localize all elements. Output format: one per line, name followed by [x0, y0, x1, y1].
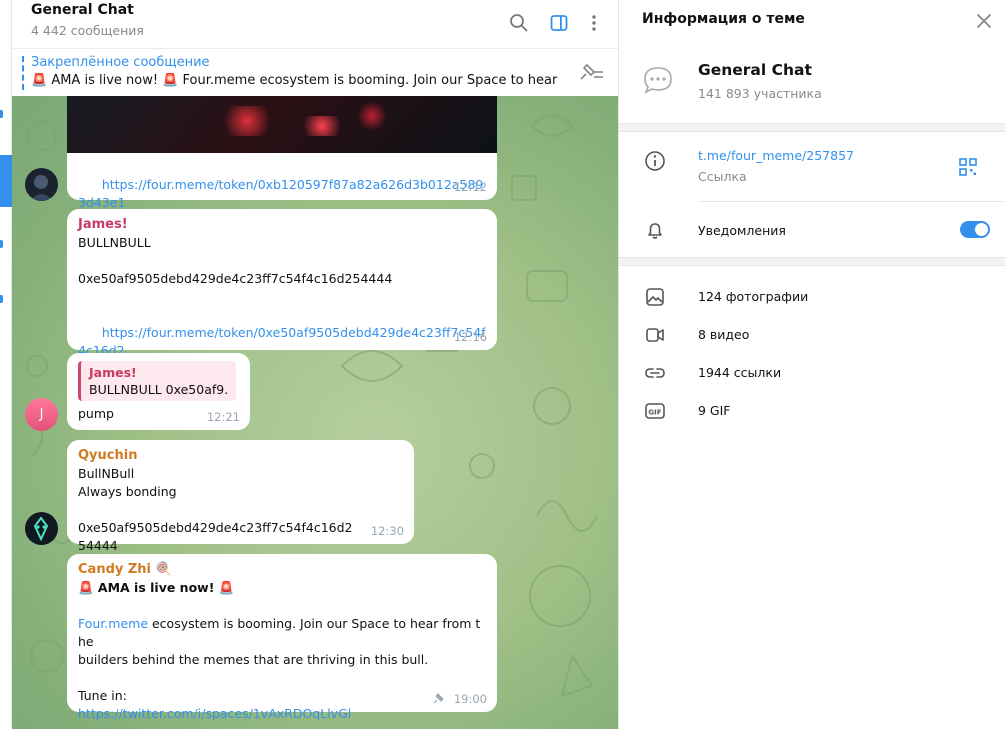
search-icon [510, 14, 528, 32]
media-gifs[interactable]: 9 GIF [698, 403, 731, 418]
message-time: 12:21 [206, 410, 240, 424]
sender-name[interactable]: Candy Zhi 🍭 [78, 562, 487, 577]
toggle-knob [975, 223, 988, 236]
message-text-line: Tune in: [78, 688, 127, 703]
robot-avatar-icon [33, 516, 49, 542]
message-text-line: 0xe50af9505debd429de4c23ff7c54f4c16d2544… [78, 271, 393, 286]
notifications-label: Уведомления [698, 223, 786, 238]
unread-marker [0, 295, 3, 303]
chat-list-edge [0, 0, 12, 729]
message-bubble[interactable]: https://four.meme/token/0xb120597f87a82a… [67, 96, 497, 246]
bell-icon [648, 223, 662, 239]
chat-header[interactable]: General Chat 4 442 сообщения [12, 0, 618, 48]
pinned-message-bar[interactable]: Закреплённое сообщение 🚨 AMA is live now… [12, 48, 618, 96]
link-icon [645, 368, 665, 378]
message-bubble[interactable]: James! BULLNBULL 0xe50af9... pump 12:21 [67, 353, 250, 430]
link-line[interactable]: https://four.meme/token/0xb120597f87a82a… [78, 177, 483, 210]
user-avatar-icon [30, 175, 53, 201]
sidebar-toggle-icon [550, 15, 568, 31]
avatar[interactable]: J [25, 398, 58, 431]
message-bubble[interactable]: Qyuchin BullNBull Always bonding 0xe50af… [67, 440, 414, 553]
reply-sender: James! [89, 365, 137, 380]
message-image[interactable] [67, 96, 497, 153]
row-divider [698, 201, 1005, 202]
chat-subtitle: 4 442 сообщения [31, 23, 144, 38]
member-count: 141 893 участника [698, 86, 822, 101]
video-icon [646, 328, 664, 342]
pinned-title: Закреплённое сообщение [31, 55, 210, 70]
search-button[interactable] [504, 8, 534, 38]
unread-marker [0, 110, 3, 118]
media-links[interactable]: 1944 ссылки [698, 365, 781, 380]
message-bubble[interactable]: Candy Zhi 🍭 🚨 AMA is live now! 🚨 Four.me… [67, 554, 497, 721]
message-text-line [78, 501, 404, 519]
sender-name[interactable]: James! [78, 217, 487, 232]
message-link[interactable]: https://twitter.com/i/spaces/1vAxRDOqLlv… [78, 705, 487, 723]
message-time: 12:12 [453, 180, 487, 194]
message-text-line: BULLNBULL [78, 235, 151, 250]
photo-icon [646, 288, 664, 306]
chat-bubble-icon [644, 67, 672, 94]
panel-title: Информация о теме [642, 11, 805, 27]
media-photos[interactable]: 124 фотографии [698, 289, 808, 304]
message-heading: 🚨 AMA is live now! 🚨 [78, 580, 235, 595]
message-text-line: BullNBull [78, 466, 135, 481]
reply-quote[interactable]: James! BULLNBULL 0xe50af9... [78, 361, 236, 401]
gif-icon: GIF [645, 403, 665, 419]
topic-link[interactable]: t.me/four_meme/257857 [698, 148, 854, 163]
pinned-list-icon[interactable] [578, 62, 604, 84]
close-icon[interactable] [973, 10, 995, 32]
message-time: 12:16 [453, 330, 487, 344]
avatar-letter: J [39, 407, 44, 422]
message-text-line: Four.meme ecosystem is booming. Join our… [78, 615, 487, 651]
notifications-toggle[interactable] [960, 221, 990, 238]
message-text-line: builders behind the memes that are thriv… [78, 652, 429, 667]
svg-text:GIF: GIF [648, 409, 661, 417]
more-vertical-icon [592, 15, 596, 31]
chat-column: General Chat 4 442 сообщения Закреплённо… [12, 0, 618, 729]
pin-icon [433, 693, 444, 704]
reply-text: BULLNBULL 0xe50af9... [89, 382, 228, 397]
topic-link-caption: Ссылка [698, 169, 747, 184]
inline-link[interactable]: Four.meme [78, 616, 148, 631]
unread-marker [0, 240, 3, 248]
toggle-info-panel-button[interactable] [544, 8, 574, 38]
sender-name[interactable]: Qyuchin [78, 448, 404, 463]
media-videos[interactable]: 8 видео [698, 327, 749, 342]
message-text-line [78, 252, 487, 270]
active-chat-indicator[interactable] [0, 155, 12, 207]
message-time: 19:00 [453, 692, 487, 706]
section-divider [619, 257, 1005, 266]
section-divider [619, 123, 1005, 132]
more-menu-button[interactable] [579, 8, 609, 38]
message-bubble[interactable]: James! BULLNBULL 0xe50af9505debd429de4c2… [67, 209, 497, 394]
message-text-line: Always bonding [78, 484, 177, 499]
avatar[interactable] [25, 512, 58, 545]
group-name: General Chat [698, 61, 812, 79]
message-text-line [78, 288, 487, 306]
topic-info-panel: Информация о теме General Chat 141 893 у… [618, 0, 1005, 729]
pinned-text: 🚨 AMA is live now! 🚨 Four.meme ecosystem… [31, 73, 561, 88]
chat-title: General Chat [31, 2, 134, 18]
avatar[interactable] [25, 168, 58, 201]
info-icon [645, 151, 665, 171]
pinned-indicator [22, 56, 24, 90]
message-text-line: 0xe50af9505debd429de4c23ff7c54f4c16d2544… [78, 520, 353, 553]
message-time: 12:30 [370, 524, 404, 538]
qr-code-icon[interactable] [958, 157, 978, 177]
